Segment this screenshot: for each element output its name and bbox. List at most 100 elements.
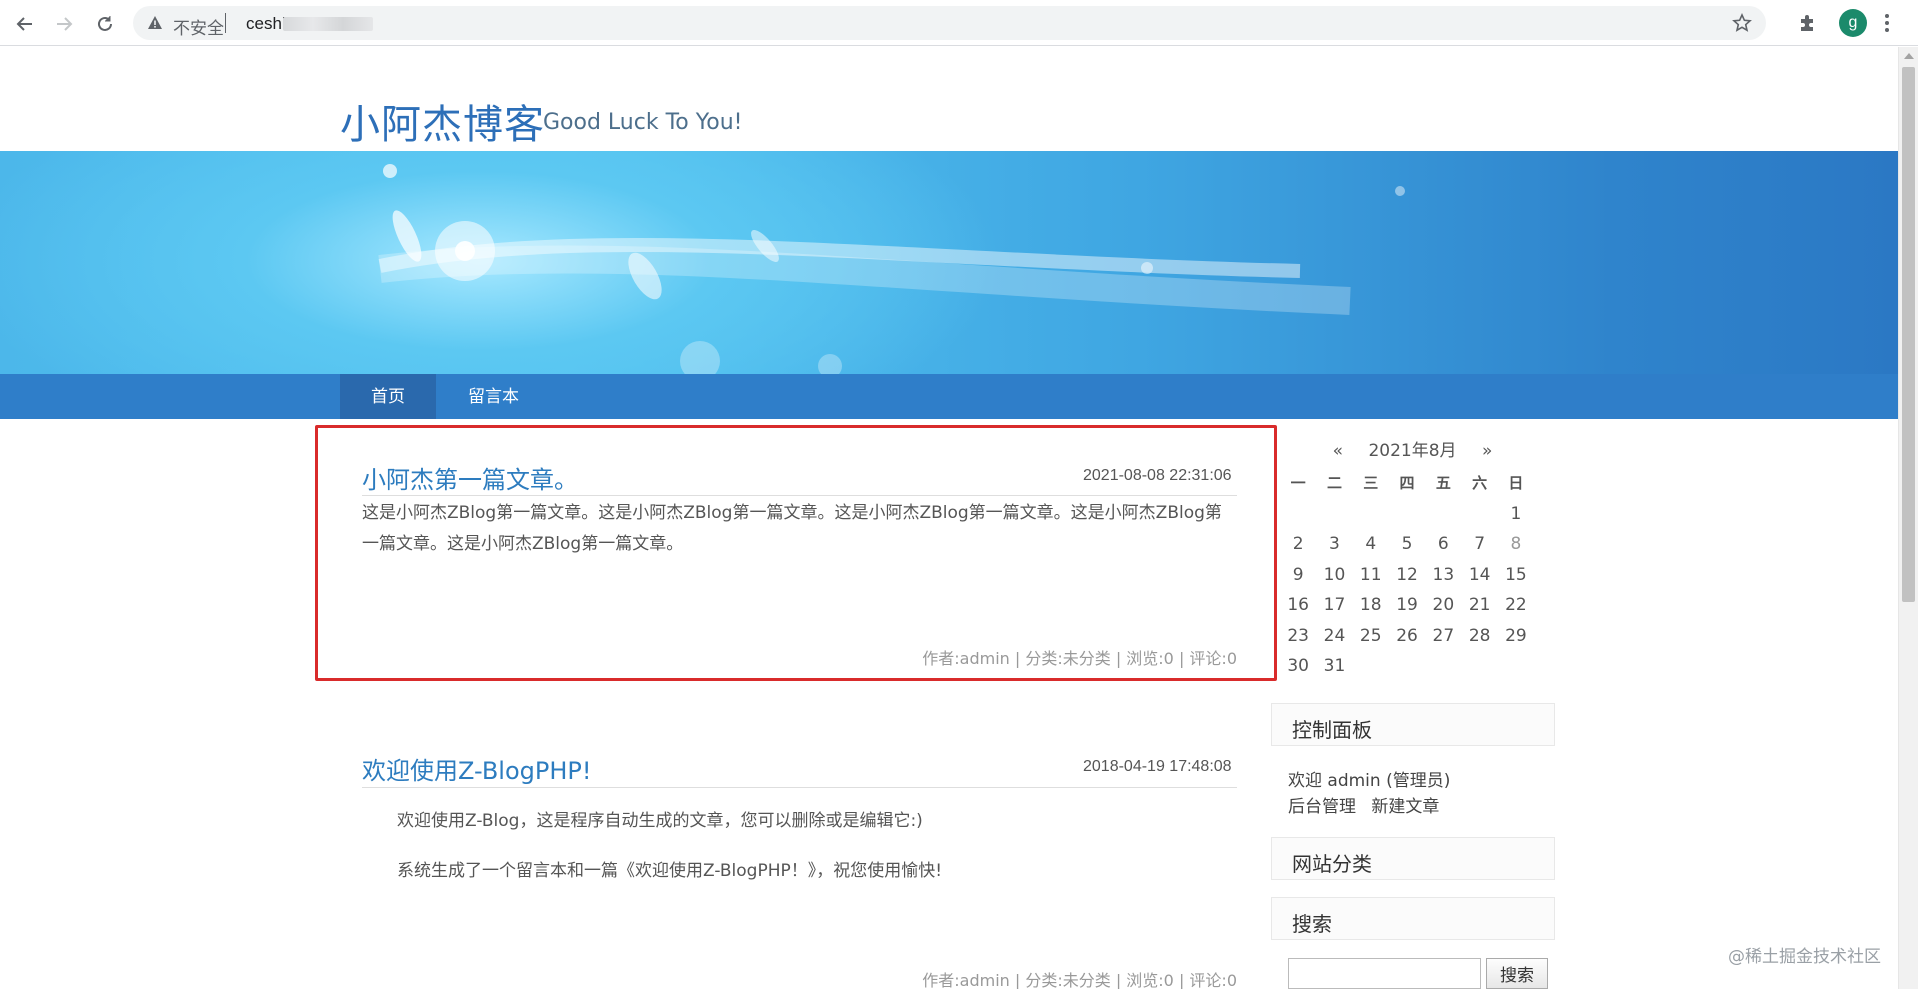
nav-guestbook[interactable]: 留言本 <box>436 374 551 419</box>
post-divider <box>362 787 1237 788</box>
url-redacted <box>283 17 373 31</box>
calendar-empty-cell <box>1389 651 1425 682</box>
search-header: 搜索 <box>1271 897 1555 940</box>
control-panel-title: 控制面板 <box>1292 718 1372 742</box>
calendar-weekday: 二 <box>1326 474 1342 492</box>
calendar-day[interactable]: 11 <box>1353 560 1389 591</box>
back-icon[interactable] <box>12 11 38 37</box>
categories-header: 网站分类 <box>1271 837 1555 880</box>
post-excerpt-line: 一篇文章。这是小阿杰ZBlog第一篇文章。 <box>362 534 684 554</box>
nav-home[interactable]: 首页 <box>340 374 436 419</box>
calendar-day[interactable]: 25 <box>1353 621 1389 652</box>
scroll-up-arrow-icon[interactable] <box>1904 53 1914 59</box>
calendar-grid: 一二三四五六日 1 2 3 4 5 6 7 8 9 10 11 12 13 14 15 16 17 18 19 20 21… <box>1280 468 1545 682</box>
admin-link[interactable]: 后台管理 <box>1288 797 1356 817</box>
calendar-weekday: 三 <box>1363 474 1379 492</box>
post-title[interactable]: 欢迎使用Z-BlogPHP! <box>362 751 592 786</box>
more-menu-icon[interactable] <box>1884 12 1890 39</box>
calendar-day[interactable]: 21 <box>1461 590 1497 621</box>
calendar-weekday: 日 <box>1508 474 1524 492</box>
calendar-day[interactable]: 28 <box>1461 621 1497 652</box>
calendar-next-month[interactable]: » <box>1482 441 1492 461</box>
calendar-day[interactable]: 12 <box>1389 560 1425 591</box>
forward-icon[interactable] <box>51 11 77 37</box>
post-paragraph: 系统生成了一个留言本和一篇《欢迎使用Z-BlogPHP！》，祝您使用愉快! <box>397 861 943 881</box>
calendar-empty-cell <box>1280 499 1316 530</box>
post-date: 2018-04-19 17:48:08 <box>1083 758 1232 775</box>
site-subtitle: Good Luck To You! <box>543 110 743 135</box>
scroll-thumb[interactable] <box>1902 67 1915 602</box>
divider <box>225 13 226 33</box>
calendar-day[interactable]: 18 <box>1353 590 1389 621</box>
calendar-day[interactable]: 2 <box>1280 529 1316 560</box>
calendar-day[interactable]: 15 <box>1498 560 1534 591</box>
calendar-day[interactable]: 29 <box>1498 621 1534 652</box>
calendar-day[interactable]: 14 <box>1461 560 1497 591</box>
post-excerpt: 这是小阿杰ZBlog第一篇文章。这是小阿杰ZBlog第一篇文章。这是小阿杰ZBl… <box>362 498 1239 560</box>
browser-toolbar: 不安全 ceshi g <box>0 0 1918 46</box>
new-post-link[interactable]: 新建文章 <box>1371 797 1439 817</box>
calendar-prev-month[interactable]: « <box>1333 441 1343 461</box>
calendar-day[interactable]: 31 <box>1316 651 1352 682</box>
calendar-weekday: 四 <box>1399 474 1415 492</box>
calendar-day[interactable]: 9 <box>1280 560 1316 591</box>
calendar-empty-cell <box>1425 499 1461 530</box>
calendar-weekday: 六 <box>1472 474 1488 492</box>
search-button[interactable]: 搜索 <box>1486 958 1548 989</box>
url-text[interactable]: ceshi <box>246 14 286 34</box>
post-date: 2021-08-08 22:31:06 <box>1083 467 1232 484</box>
calendar-day[interactable]: 3 <box>1316 529 1352 560</box>
calendar-day[interactable]: 26 <box>1389 621 1425 652</box>
calendar-day[interactable]: 10 <box>1316 560 1352 591</box>
search-input[interactable] <box>1288 958 1481 989</box>
calendar-empty-cell <box>1461 651 1497 682</box>
profile-avatar[interactable]: g <box>1839 9 1867 37</box>
calendar-day[interactable]: 5 <box>1389 529 1425 560</box>
site-title[interactable]: 小阿杰博客 <box>340 92 545 150</box>
calendar-day[interactable]: 13 <box>1425 560 1461 591</box>
dandelion-illustration <box>378 164 1405 374</box>
calendar-empty-cell <box>1498 651 1534 682</box>
control-panel-links: 后台管理 新建文章 <box>1288 792 1449 817</box>
watermark: @稀土掘金技术社区 <box>1728 947 1881 967</box>
post-title[interactable]: 小阿杰第一篇文章。 <box>362 460 578 495</box>
post-divider <box>362 495 1237 496</box>
calendar-day[interactable]: 22 <box>1498 590 1534 621</box>
post-meta: 作者:admin | 分类:未分类 | 浏览:0 | 评论:0 <box>922 971 1237 989</box>
calendar-day[interactable]: 20 <box>1425 590 1461 621</box>
calendar-day[interactable]: 24 <box>1316 621 1352 652</box>
calendar-day[interactable]: 19 <box>1389 590 1425 621</box>
address-bar[interactable]: 不安全 ceshi <box>133 6 1766 40</box>
search-title: 搜索 <box>1292 912 1332 936</box>
calendar-day[interactable]: 27 <box>1425 621 1461 652</box>
calendar-day[interactable]: 6 <box>1425 529 1461 560</box>
welcome-text: 欢迎 admin (管理员) <box>1288 771 1451 791</box>
calendar-day[interactable]: 16 <box>1280 590 1316 621</box>
post-meta: 作者:admin | 分类:未分类 | 浏览:0 | 评论:0 <box>922 649 1237 668</box>
calendar-weekday: 一 <box>1290 474 1306 492</box>
calendar-empty-cell <box>1353 499 1389 530</box>
calendar-day[interactable]: 17 <box>1316 590 1352 621</box>
calendar-day[interactable]: 23 <box>1280 621 1316 652</box>
extensions-puzzle-icon[interactable] <box>1797 12 1819 39</box>
calendar-header: « 2021年8月 » <box>1280 436 1545 461</box>
calendar-day[interactable]: 1 <box>1498 499 1534 530</box>
post-excerpt-line: 这是小阿杰ZBlog第一篇文章。这是小阿杰ZBlog第一篇文章。这是小阿杰ZBl… <box>362 503 1222 523</box>
calendar-day[interactable]: 30 <box>1280 651 1316 682</box>
page-scrollbar[interactable] <box>1898 47 1918 989</box>
calendar-day[interactable]: 4 <box>1353 529 1389 560</box>
calendar-day[interactable]: 7 <box>1461 529 1497 560</box>
warning-icon <box>147 15 163 36</box>
calendar-day[interactable]: 8 <box>1498 529 1534 560</box>
post-paragraph: 欢迎使用Z-Blog，这是程序自动生成的文章，您可以删除或是编辑它:) <box>397 811 923 831</box>
calendar-empty-cell <box>1353 651 1389 682</box>
control-panel-header: 控制面板 <box>1271 703 1555 746</box>
calendar-empty-cell <box>1461 499 1497 530</box>
calendar-month-label[interactable]: 2021年8月 <box>1368 441 1456 461</box>
bookmark-star-icon[interactable] <box>1732 13 1752 38</box>
reload-icon[interactable] <box>92 11 118 37</box>
calendar-empty-cell <box>1425 651 1461 682</box>
calendar-empty-cell <box>1389 499 1425 530</box>
security-label[interactable]: 不安全 <box>173 14 224 39</box>
main-nav: 首页 留言本 <box>0 374 1898 419</box>
